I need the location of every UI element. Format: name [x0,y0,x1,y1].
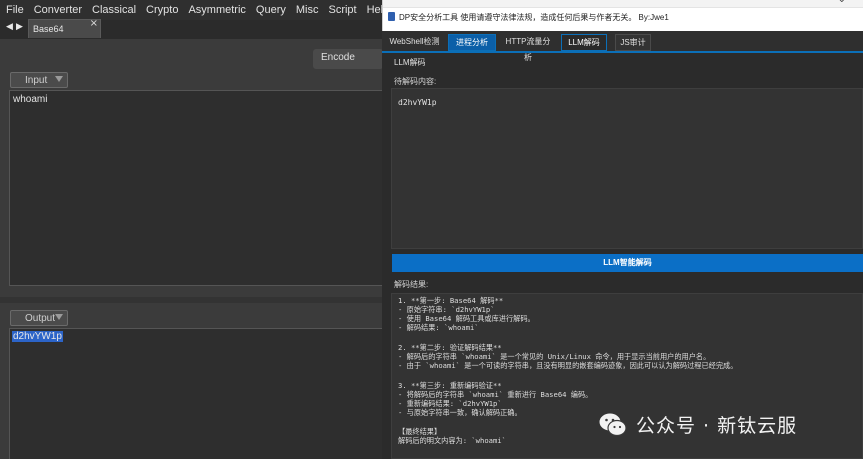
app-icon [388,12,395,21]
filter-icon [55,314,63,320]
menu-asymmetric[interactable]: Asymmetric [183,0,250,20]
menu-file[interactable]: File [0,0,29,20]
output-label: Output [25,313,56,324]
watermark: 公众号 · 新钛云服 [598,409,843,441]
result-line: 解码后的明文内容为: `whoami` [398,436,506,445]
window-control-icon[interactable]: ⌄ [838,0,846,5]
result-line: 1. **第一步: Base64 解码** [398,296,504,305]
wechat-icon [599,413,627,437]
splitter[interactable] [0,297,384,303]
output-label-button[interactable]: Output [10,310,68,326]
tab-llm-decode[interactable]: LLM解码 [561,34,607,51]
input-textarea[interactable]: whoami [9,90,384,286]
result-line: - 解码结果: `whoami` [398,323,479,332]
input-value: whoami [13,94,48,105]
result-line: 【最终结果】 [398,427,442,436]
input-label-button[interactable]: Input [10,72,68,88]
converter-app: File Converter Classical Crypto Asymmetr… [0,0,389,459]
tab-base64[interactable]: Base64 × [28,18,101,38]
window-titlebar: ⌄ DP安全分析工具 使用请遵守法律法规，造成任何后果与作者无关。 By:Jwe… [382,0,863,31]
tab-process[interactable]: 进程分析 [448,34,496,51]
analysis-tool-window: ⌄ DP安全分析工具 使用请遵守法律法规，造成任何后果与作者无关。 By:Jwe… [382,0,863,459]
tab-http[interactable]: HTTP流量分析 [504,34,552,62]
tab-webshell[interactable]: WebShell检测 [388,34,441,51]
pending-input[interactable]: d2hvYW1p [391,88,863,249]
pending-label: 待解码内容: [394,77,437,86]
watermark-text: 公众号 · 新钛云服 [636,415,798,437]
result-line: - 解码后的字符串 `whoami` 是一个常见的 Unix/Linux 命令，… [398,352,711,361]
menu-converter[interactable]: Converter [29,0,87,20]
nav-back-icon[interactable]: ◀ [6,22,13,32]
llm-decode-button-label: LLM智能解码 [603,258,652,267]
result-line: - 重新编码结果: `d2hvYW1p` [398,399,502,408]
menu-crypto[interactable]: Crypto [141,0,183,20]
window-title: DP安全分析工具 使用请遵守法律法规，造成任何后果与作者无关。 By:Jwe1 [399,13,669,22]
menu-script[interactable]: Script [323,0,361,20]
filter-icon [55,76,63,82]
tab-base64-label: Base64 [33,24,64,34]
result-label: 解码结果: [394,280,429,289]
tab-js-audit[interactable]: JS审计 [615,34,651,51]
encode-button-label: Encode [321,52,355,63]
result-line: 3. **第三步: 重新编码验证** [398,381,502,390]
llm-decode-button[interactable]: LLM智能解码 [392,254,863,272]
result-line: - 与原始字符串一致，确认解码正确。 [398,408,522,417]
menu-query[interactable]: Query [251,0,291,20]
menubar: File Converter Classical Crypto Asymmetr… [0,0,389,20]
titlebar-strip: ⌄ [383,0,863,8]
result-line: - 由于 `whoami` 是一个可读的字符串，且没有明显的嵌套编码迹象，因此可… [398,361,738,370]
nav-forward-icon[interactable]: ▶ [16,22,23,32]
menu-classical[interactable]: Classical [87,0,141,20]
section-title: LLM解码 [394,58,426,67]
result-line: 2. **第二步: 验证解码结果** [398,343,502,352]
output-value: d2hvYW1p [12,331,63,342]
close-icon[interactable]: × [90,18,98,29]
menu-misc[interactable]: Misc [291,0,324,20]
result-line: - 原始字符串: `d2hvYW1p` [398,305,495,314]
tool-tabbar: WebShell检测 进程分析 HTTP流量分析 LLM解码 JS审计 [382,31,863,62]
encode-button[interactable]: Encode [313,49,383,69]
pending-value: d2hvYW1p [398,98,437,107]
input-label: Input [25,75,48,86]
result-line: - 使用 Base64 解码工具或库进行解码。 [398,314,535,323]
output-textarea[interactable]: d2hvYW1p [9,328,384,459]
result-line: - 将解码后的字符串 `whoami` 重新进行 Base64 编码。 [398,390,593,399]
